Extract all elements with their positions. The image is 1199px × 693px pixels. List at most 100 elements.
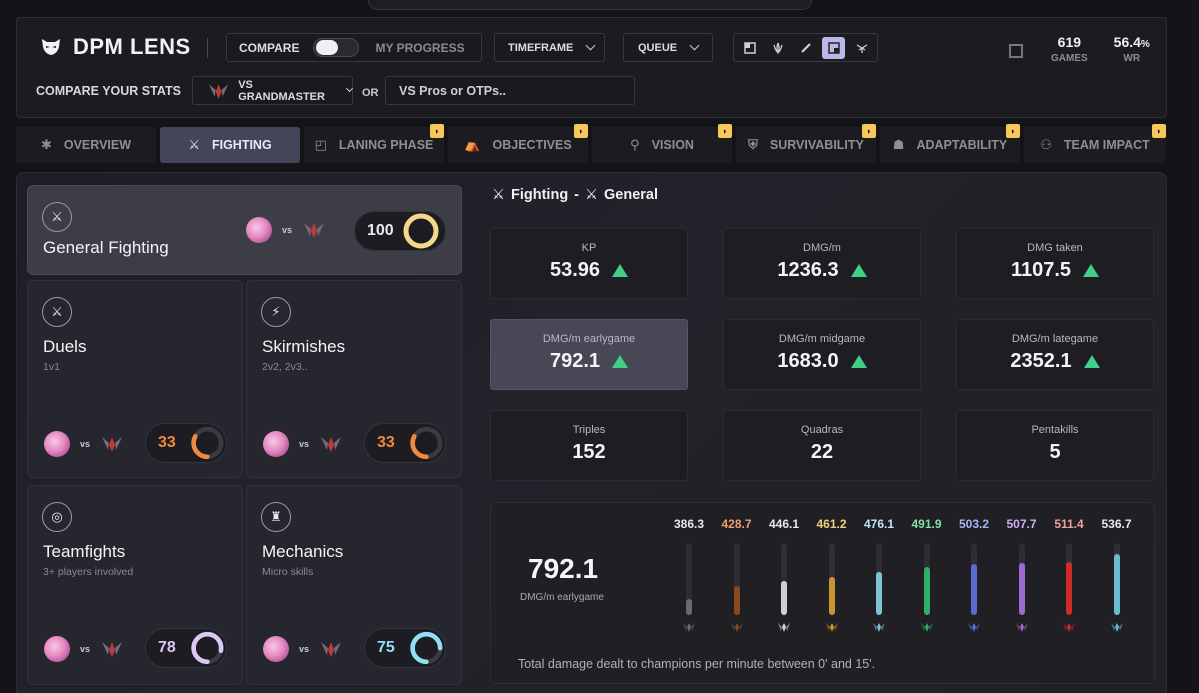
metric-dmg-late[interactable]: DMG/m lategame 2352.1 <box>956 319 1154 390</box>
rank-bar-fill <box>733 586 740 615</box>
rank-bar-column[interactable]: 476.1 <box>859 517 899 638</box>
score-gauge <box>410 631 443 665</box>
category-card-mechanics[interactable]: ♜ Mechanics Micro skills vs 75 <box>246 485 462 685</box>
grandmaster-rank-icon <box>208 83 229 99</box>
rank-bar-column[interactable]: 461.2 <box>812 517 852 638</box>
logo[interactable]: DPM LENS <box>39 34 191 60</box>
rank-bar-column[interactable]: 536.7 <box>1097 517 1137 638</box>
metric-pentakills[interactable]: Pentakills 5 <box>956 410 1154 481</box>
chevron-down-icon <box>346 85 354 92</box>
top-drawer-handle[interactable] <box>368 0 812 10</box>
wr-stat: 56.4% WR <box>1114 34 1150 64</box>
rank-bar-column[interactable]: 507.7 <box>1002 517 1042 638</box>
metric-label: DMG/m midgame <box>778 333 866 345</box>
tab-label: LANING PHASE <box>338 138 434 152</box>
metric-dmg-per-min[interactable]: DMG/m 1236.3 <box>723 228 921 299</box>
tab-adaptability[interactable]: ☗ ADAPTABILITY ◗ <box>880 124 1020 163</box>
skirmish-icon: ⚡ <box>261 297 291 327</box>
rank-bar-value: 428.7 <box>721 517 752 531</box>
asterisk-icon: ✱ <box>40 137 52 152</box>
compare-toggle[interactable] <box>313 38 360 57</box>
role-support-icon[interactable] <box>850 37 873 59</box>
tab-fighting[interactable]: ⚔ FIGHTING <box>160 127 300 163</box>
my-progress-label[interactable]: MY PROGRESS <box>375 41 464 55</box>
tab-label: VISION <box>651 138 694 152</box>
role-bot-icon[interactable] <box>822 36 845 59</box>
category-card-general[interactable]: ⚔ General Fighting vs 100 <box>27 185 462 275</box>
wr-unit: % <box>1140 39 1150 50</box>
shield-icon: ⛨ <box>748 137 758 152</box>
rank-bar-column[interactable]: 511.4 <box>1049 517 1089 638</box>
score-value: 100 <box>367 222 394 239</box>
swords-icon: ⚔ <box>492 187 505 203</box>
role-mid-icon[interactable] <box>794 37 817 59</box>
trend-up-icon <box>612 355 629 368</box>
score-gauge <box>410 426 443 460</box>
category-card-teamfights[interactable]: ◎ Teamfights 3+ players involved vs 78 <box>27 485 243 685</box>
rank-bar-track <box>923 543 930 615</box>
rank-bar-column[interactable]: 386.3 <box>669 517 709 638</box>
tab-overview[interactable]: ✱ OVERVIEW <box>16 127 156 163</box>
rank-bar-column[interactable]: 446.1 <box>764 517 804 638</box>
timeframe-dropdown[interactable]: TIMEFRAME <box>494 33 605 62</box>
score-pill: 75 <box>364 628 446 668</box>
rank-bar-fill <box>1066 561 1072 615</box>
grandmaster-rank-icon <box>102 642 123 657</box>
metric-dmg-mid[interactable]: DMG/m midgame 1683.0 <box>723 319 921 390</box>
tab-label: OVERVIEW <box>63 138 132 152</box>
category-subtitle: 1v1 <box>43 361 60 373</box>
comparison-icons: vs <box>44 431 124 457</box>
logo-mask-icon <box>39 36 63 58</box>
score-value: 33 <box>377 434 395 451</box>
rank-bar-track <box>828 543 835 615</box>
category-card-duels[interactable]: ⚔ Duels 1v1 vs 33 <box>27 280 243 478</box>
category-subtitle: 3+ players involved <box>43 566 134 578</box>
tab-laning-phase[interactable]: ◰ LANING PHASE ◗ <box>304 124 444 163</box>
champion-avatar <box>44 431 70 457</box>
tab-team-impact[interactable]: ⚇ TEAM IMPACT ◗ <box>1024 124 1166 163</box>
rank-bar-value: 507.7 <box>1006 517 1037 531</box>
metric-triples[interactable]: Triples 152 <box>490 410 688 481</box>
rank-bar-track <box>686 543 692 615</box>
player-search-input[interactable]: VS Pros or OTPs.. <box>385 76 635 105</box>
teamfight-icon: ◎ <box>42 502 72 532</box>
rank-bar-value: 446.1 <box>768 517 800 531</box>
rank-bar-column[interactable]: 503.2 <box>954 517 994 638</box>
category-card-skirmishes[interactable]: ⚡ Skirmishes 2v2, 2v3.. vs 33 <box>246 280 462 478</box>
rank-tier-icon <box>1063 623 1075 632</box>
rank-bar-fill <box>686 599 692 615</box>
tab-survivability[interactable]: ⛨ SURVIVABILITY ◗ <box>736 124 876 163</box>
category-subtitle: Micro skills <box>262 566 314 578</box>
rank-bar-fill <box>1113 554 1120 615</box>
rank-select[interactable]: VS GRANDMASTER <box>192 76 354 105</box>
score-pill: 33 <box>364 423 446 463</box>
metric-label: KP <box>581 242 597 254</box>
rank-bar-value: 386.3 <box>673 517 705 531</box>
metric-kp[interactable]: KP 53.96 <box>490 228 688 299</box>
ward-icon: ⚲ <box>630 137 640 152</box>
lock-icon: ◗ <box>1152 124 1166 138</box>
vs-label: vs <box>80 439 91 449</box>
role-square-icon <box>1009 44 1023 58</box>
rank-bar-column[interactable]: 491.9 <box>907 517 947 638</box>
metric-label: DMG taken <box>1027 242 1083 254</box>
score-pill: 78 <box>145 628 227 668</box>
queue-label: QUEUE <box>638 41 678 54</box>
queue-dropdown[interactable]: QUEUE <box>623 33 713 62</box>
role-top-icon[interactable] <box>738 37 761 59</box>
trend-up-icon <box>1083 355 1100 368</box>
tab-objectives[interactable]: ⛺ OBJECTIVES ◗ <box>448 124 588 163</box>
rank-bar-column[interactable]: 428.7 <box>717 517 757 638</box>
metric-dmg-taken[interactable]: DMG taken 1107.5 <box>956 228 1154 299</box>
metric-dmg-early[interactable]: DMG/m earlygame 792.1 <box>490 319 688 390</box>
mask-icon: ☗ <box>892 137 905 152</box>
metric-value: 792.1 <box>549 350 601 372</box>
role-jungle-icon[interactable] <box>766 37 789 59</box>
grandmaster-rank-icon <box>321 642 342 657</box>
rank-bar-value: 461.2 <box>816 517 847 531</box>
metric-quadras[interactable]: Quadras 22 <box>723 410 921 481</box>
tab-vision[interactable]: ⚲ VISION ◗ <box>592 124 732 163</box>
metric-value: 5 <box>1049 441 1061 463</box>
metric-value: 2352.1 <box>1010 350 1072 372</box>
category-tabs: ✱ OVERVIEW ⚔ FIGHTING ◰ LANING PHASE ◗ ⛺… <box>16 124 1167 163</box>
